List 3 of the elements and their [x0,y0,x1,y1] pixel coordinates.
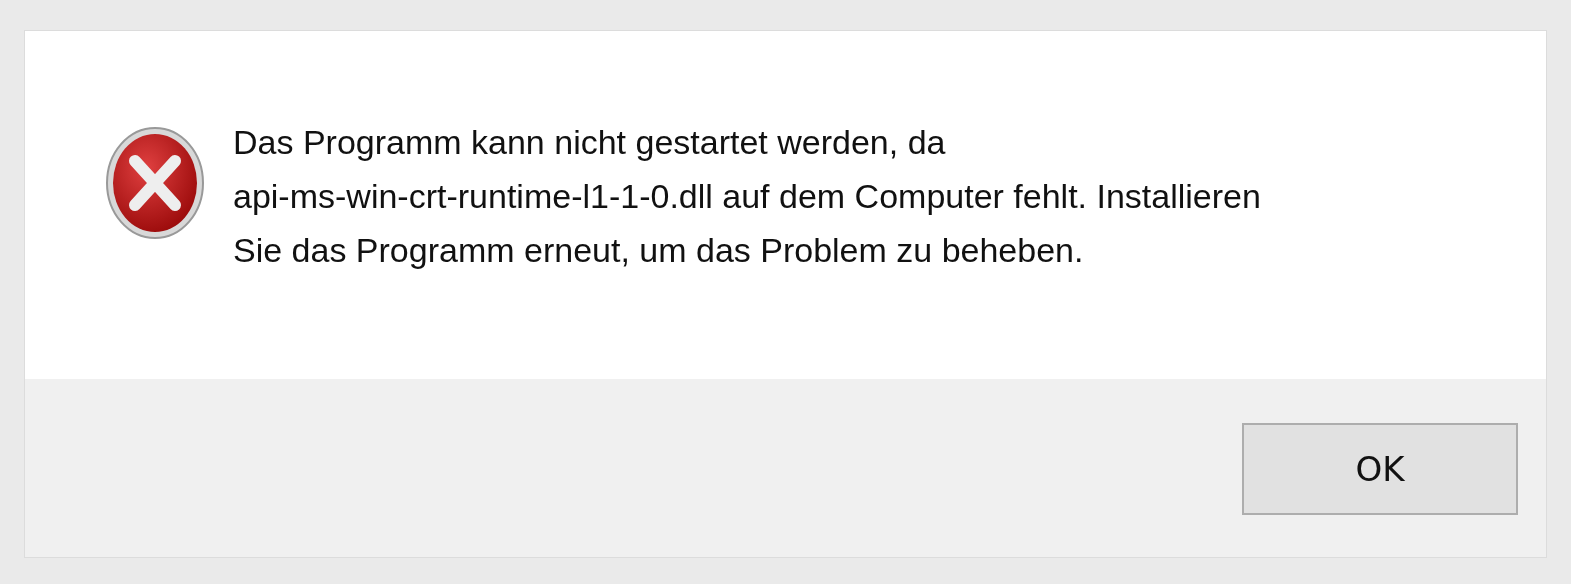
error-icon [105,125,205,241]
ok-button[interactable]: OK [1242,423,1518,515]
error-message: Das Programm kann nicht gestartet werden, da api-ms-win-crt-runtime-l1-1-0.dll auf dem Computer fehlt. Installieren Sie das Programm erneut, um das Problem zu beheben. [233,122,1262,271]
